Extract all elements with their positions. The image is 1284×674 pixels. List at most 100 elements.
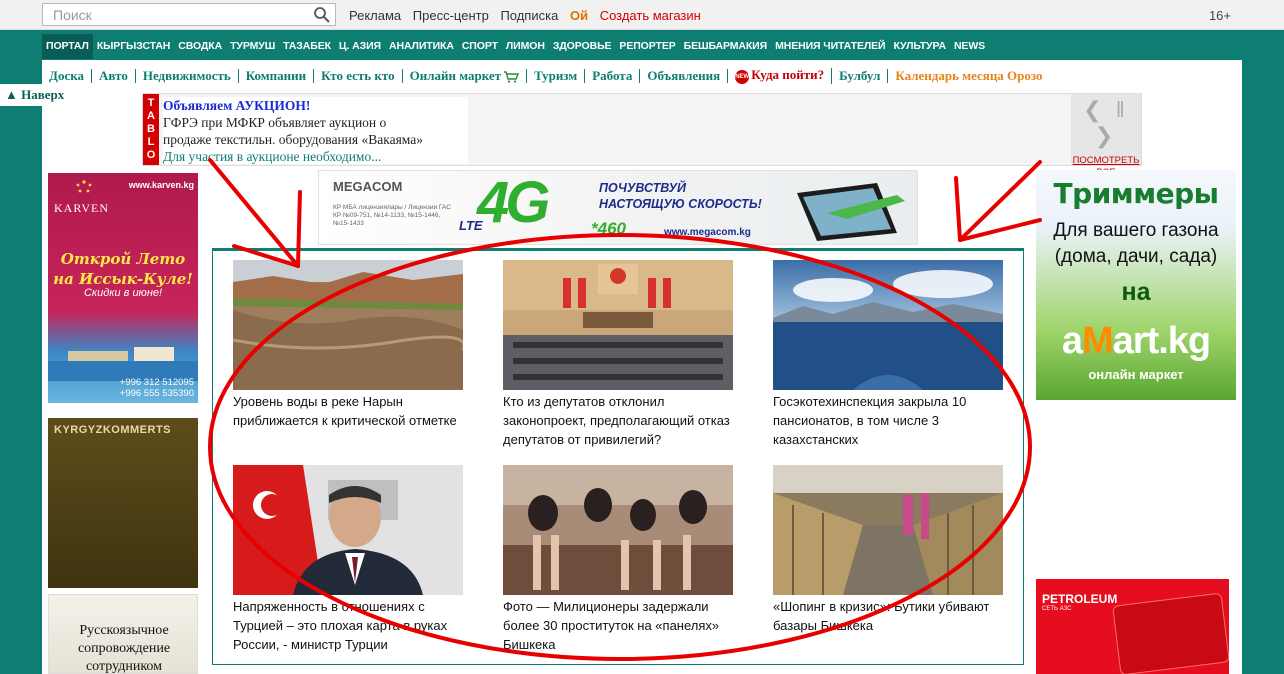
news-title[interactable]: «Шопинг в кризис»: Бутики убивают базары…: [773, 597, 1005, 635]
megacom-banner[interactable]: MEGACOM КР МБА лицензиялары / Лицензии Г…: [318, 170, 918, 245]
search-box[interactable]: [42, 3, 336, 26]
trimmers-on: на: [1121, 278, 1151, 306]
karven-site: www.karven.kg: [128, 180, 194, 190]
news-title[interactable]: Фото — Милиционеры задержали более 30 пр…: [503, 597, 735, 654]
nav-kyrgyzstan[interactable]: КЫРГЫЗСТАН: [93, 34, 174, 59]
kk-brand: KYRGYZKOMMERTS: [54, 424, 171, 436]
nav-svodka[interactable]: СВОДКА: [174, 34, 226, 59]
subnav-orozo-calendar[interactable]: Календарь месяца Орозо: [888, 69, 1049, 83]
nav-limon[interactable]: ЛИМОН: [502, 34, 549, 59]
nav-sport[interactable]: СПОРТ: [458, 34, 502, 59]
nav-portal[interactable]: ПОРТАЛ: [42, 34, 93, 59]
news-title[interactable]: Кто из депутатов отклонил законопроект, …: [503, 392, 735, 449]
nav-health[interactable]: ЗДОРОВЬЕ: [549, 34, 616, 59]
rus-text: Русскоязычное сопровождение сотрудником: [77, 623, 171, 674]
detained-photo: [503, 465, 733, 595]
subnav-ads[interactable]: Объявления: [640, 69, 729, 83]
sub-nav: Доска Авто Недвижимость Компании Кто ест…: [42, 66, 1242, 86]
main-nav: ПОРТАЛ КЫРГЫЗСТАН СВОДКА ТУРМУШ ТАЗАБЕК …: [42, 34, 1242, 59]
nav-tazabek[interactable]: ТАЗАБЕК: [279, 34, 335, 59]
subscription-link[interactable]: Подписка: [500, 8, 558, 23]
new-badge-icon: NEW: [735, 69, 750, 84]
cart-icon: [504, 71, 520, 83]
online-market-label: Онлайн маркет: [409, 67, 502, 83]
ads-link[interactable]: Реклама: [349, 8, 401, 23]
subnav-online-market[interactable]: Онлайн маркет: [403, 67, 528, 83]
news-card[interactable]: «Шопинг в кризис»: Бутики убивают базары…: [773, 465, 1005, 635]
amart-tagline: онлайн маркет: [1088, 367, 1184, 382]
megacom-license: КР МБА лицензиялары / Лицензии ГАС КР №0…: [333, 204, 451, 227]
news-image-minister[interactable]: [233, 465, 463, 595]
subnav-bulbul[interactable]: Булбул: [832, 69, 889, 83]
nav-reader-opinions[interactable]: МНЕНИЯ ЧИТАТЕЛЕЙ: [771, 34, 889, 59]
nav-central-asia[interactable]: Ц. АЗИЯ: [335, 34, 385, 59]
tablo-arrows[interactable]: ❮ ‖ ❯: [1071, 97, 1141, 149]
news-title[interactable]: Уровень воды в реке Нарын приближается к…: [233, 392, 465, 430]
nav-turmush[interactable]: ТУРМУШ: [226, 34, 279, 59]
nav-news[interactable]: NEWS: [950, 34, 989, 59]
river-photo: [233, 260, 463, 390]
news-image-parliament[interactable]: [503, 260, 733, 390]
tablo-line: продаже текстильн. оборудования «Вакаяма…: [163, 132, 423, 147]
age-rating: 16+: [1208, 8, 1231, 23]
tablo-announcements: T A B L O Объявляем АУКЦИОН! ГФРЭ при МФ…: [142, 93, 1142, 178]
subnav-who-is-who[interactable]: Кто есть кто: [314, 69, 403, 83]
karven-brand: KARVEN: [54, 201, 110, 215]
kyrgyzkommerts-ad[interactable]: KYRGYZKOMMERTS: [48, 418, 198, 588]
tablo-controls: ❮ ‖ ❯ ПОСМОТРЕТЬ ВСЕ: [1071, 94, 1141, 178]
news-card[interactable]: Напряженность в отношениях с Турцией – э…: [233, 465, 465, 654]
news-title[interactable]: Госэкотехинспекция закрыла 10 пансионато…: [773, 392, 1005, 449]
trimmers-ad[interactable]: Триммеры Для вашего газона (дома, дачи, …: [1036, 170, 1236, 400]
karven-phones: +996 312 512095 +996 555 535390: [119, 377, 194, 399]
news-card[interactable]: Уровень воды в реке Нарын приближается к…: [233, 260, 465, 430]
subnav-jobs[interactable]: Работа: [585, 69, 641, 83]
4g-label: 4G: [477, 170, 550, 235]
oy-link[interactable]: Ой: [570, 8, 588, 23]
tablo-label: T A B L O: [143, 94, 159, 165]
news-image-detained[interactable]: [503, 465, 733, 595]
subnav-tourism[interactable]: Туризм: [527, 69, 586, 83]
tablo-more-link[interactable]: Для участия в аукционе необходимо...: [163, 148, 468, 165]
nav-analytics[interactable]: АНАЛИТИКА: [385, 34, 458, 59]
news-card[interactable]: Кто из депутатов отклонил законопроект, …: [503, 260, 735, 449]
tablo-item[interactable]: Объявляем АУКЦИОН! ГФРЭ при МФКР объявля…: [163, 97, 468, 164]
create-shop-link[interactable]: Создать магазин: [600, 8, 701, 23]
subnav-auto[interactable]: Авто: [92, 69, 136, 83]
news-image-lake[interactable]: [773, 260, 1003, 390]
news-title[interactable]: Напряженность в отношениях с Турцией – э…: [233, 597, 465, 654]
minister-photo: [233, 465, 463, 595]
petroleum-sub: СЕТЬ АЗС: [1042, 606, 1072, 612]
search-input[interactable]: [43, 4, 303, 25]
news-image-river[interactable]: [233, 260, 463, 390]
karven-sub: Скидки в июне!: [83, 287, 163, 299]
subnav-realty[interactable]: Недвижимость: [136, 69, 239, 83]
megacom-url: www.megacom.kg: [664, 227, 751, 238]
search-icon[interactable]: [313, 6, 331, 24]
bazaar-photo: [773, 465, 1003, 595]
megacom-number: *460: [591, 219, 626, 238]
subnav-where-to-go[interactable]: NEW Куда пойти?: [728, 68, 833, 84]
news-image-bazaar[interactable]: [773, 465, 1003, 595]
news-card[interactable]: Фото — Милиционеры задержали более 30 пр…: [503, 465, 735, 654]
petroleum-card-icon: [1112, 592, 1229, 674]
petroleum-brand: PETROLEUM: [1042, 592, 1118, 606]
beach-illustration: [48, 347, 198, 381]
news-card[interactable]: Госэкотехинспекция закрыла 10 пансионато…: [773, 260, 1005, 449]
petroleum-ad[interactable]: PETROLEUM СЕТЬ АЗС: [1036, 579, 1229, 674]
trimmers-title: Триммеры: [1053, 177, 1219, 210]
tablo-headline[interactable]: Объявляем АУКЦИОН!: [163, 97, 468, 114]
stars-logo-icon: [76, 180, 92, 193]
press-center-link[interactable]: Пресс-центр: [413, 8, 489, 23]
karven-ad[interactable]: www.karven.kg KARVEN Открой Лето на Иссы…: [48, 173, 198, 403]
subnav-companies[interactable]: Компании: [239, 69, 315, 83]
subnav-doska[interactable]: Доска: [42, 69, 93, 83]
amart-logo: aMart.kg: [1061, 320, 1211, 362]
back-to-top-button[interactable]: ▲ Наверх: [0, 84, 82, 106]
megacom-slogan: ПОЧУВСТВУЙ НАСТОЯЩУЮ СКОРОСТЬ!: [599, 181, 762, 211]
nav-culture[interactable]: КУЛЬТУРА: [889, 34, 949, 59]
karven-slogan: Открой Лето на Иссык-Куле!: [53, 250, 193, 288]
nav-beshbarmakiya[interactable]: БЕШБАРМАКИЯ: [680, 34, 771, 59]
trimmers-sub: Для вашего газона (дома, дачи, сада): [1053, 220, 1219, 267]
nav-reporter[interactable]: РЕПОРТЕР: [615, 34, 679, 59]
russian-escort-ad[interactable]: Русскоязычное сопровождение сотрудником: [48, 594, 198, 674]
